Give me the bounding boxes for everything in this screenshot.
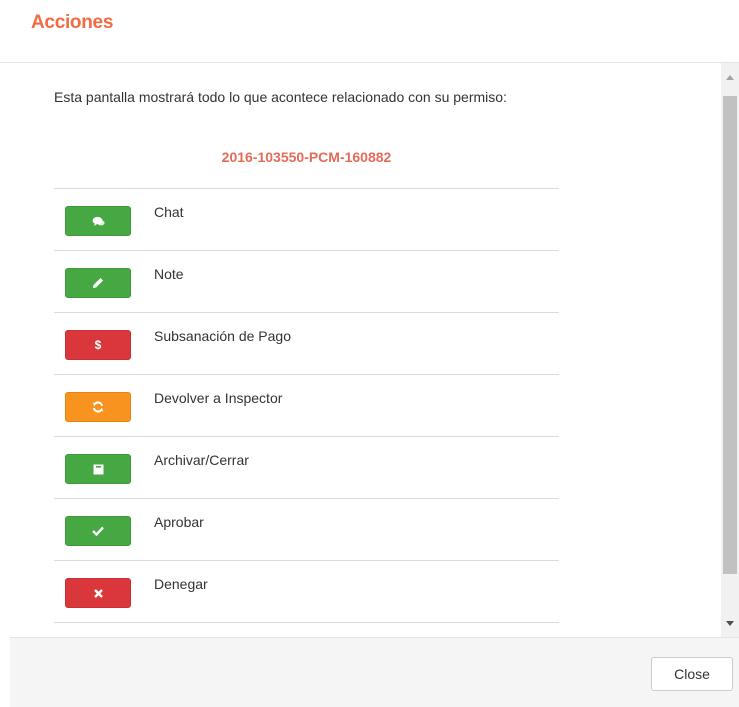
action-label-subsanacion: Subsanación de Pago <box>154 328 291 344</box>
chat-bubble-icon <box>92 216 105 227</box>
modal-body: Esta pantalla mostrará todo lo que acont… <box>10 63 721 637</box>
action-row-chat[interactable]: Chat <box>54 189 559 251</box>
chat-button[interactable] <box>65 206 131 236</box>
modal-footer: Close <box>10 637 739 707</box>
action-row-denegar[interactable]: Denegar <box>54 561 559 623</box>
vertical-scrollbar[interactable] <box>721 63 739 637</box>
devolver-inspector-button[interactable] <box>65 392 131 422</box>
action-list: Chat Note $ Subsanación de Pago Devolver… <box>54 188 559 623</box>
action-row-aprobar[interactable]: Aprobar <box>54 499 559 561</box>
action-label-aprobar: Aprobar <box>154 514 204 530</box>
dollar-icon: $ <box>94 338 102 352</box>
pencil-icon <box>92 277 104 289</box>
denegar-button[interactable] <box>65 578 131 608</box>
action-label-devolver: Devolver a Inspector <box>154 390 283 406</box>
refresh-icon <box>92 401 104 413</box>
modal-title: Acciones <box>31 12 114 33</box>
action-row-devolver[interactable]: Devolver a Inspector <box>54 375 559 437</box>
action-label-chat: Chat <box>154 204 184 220</box>
scrollbar-thumb[interactable] <box>723 96 737 574</box>
permit-id: 2016-103550-PCM-160882 <box>221 149 392 165</box>
scroll-down-arrow-icon[interactable] <box>721 609 739 637</box>
scroll-up-arrow-icon[interactable] <box>721 63 739 91</box>
modal-header: Acciones <box>0 0 739 63</box>
action-row-subsanacion[interactable]: $ Subsanación de Pago <box>54 313 559 375</box>
action-row-archivar[interactable]: Archivar/Cerrar <box>54 437 559 499</box>
archivar-cerrar-button[interactable] <box>65 454 131 484</box>
intro-text: Esta pantalla mostrará todo lo que acont… <box>54 89 507 105</box>
close-button[interactable]: Close <box>651 657 733 691</box>
check-icon <box>92 526 104 536</box>
action-label-archivar: Archivar/Cerrar <box>154 452 249 468</box>
action-label-note: Note <box>154 266 184 282</box>
archive-icon <box>93 464 104 475</box>
note-button[interactable] <box>65 268 131 298</box>
aprobar-button[interactable] <box>65 516 131 546</box>
action-row-note[interactable]: Note <box>54 251 559 313</box>
subsanacion-pago-button[interactable]: $ <box>65 330 131 360</box>
times-icon <box>93 588 103 598</box>
action-label-denegar: Denegar <box>154 576 208 592</box>
